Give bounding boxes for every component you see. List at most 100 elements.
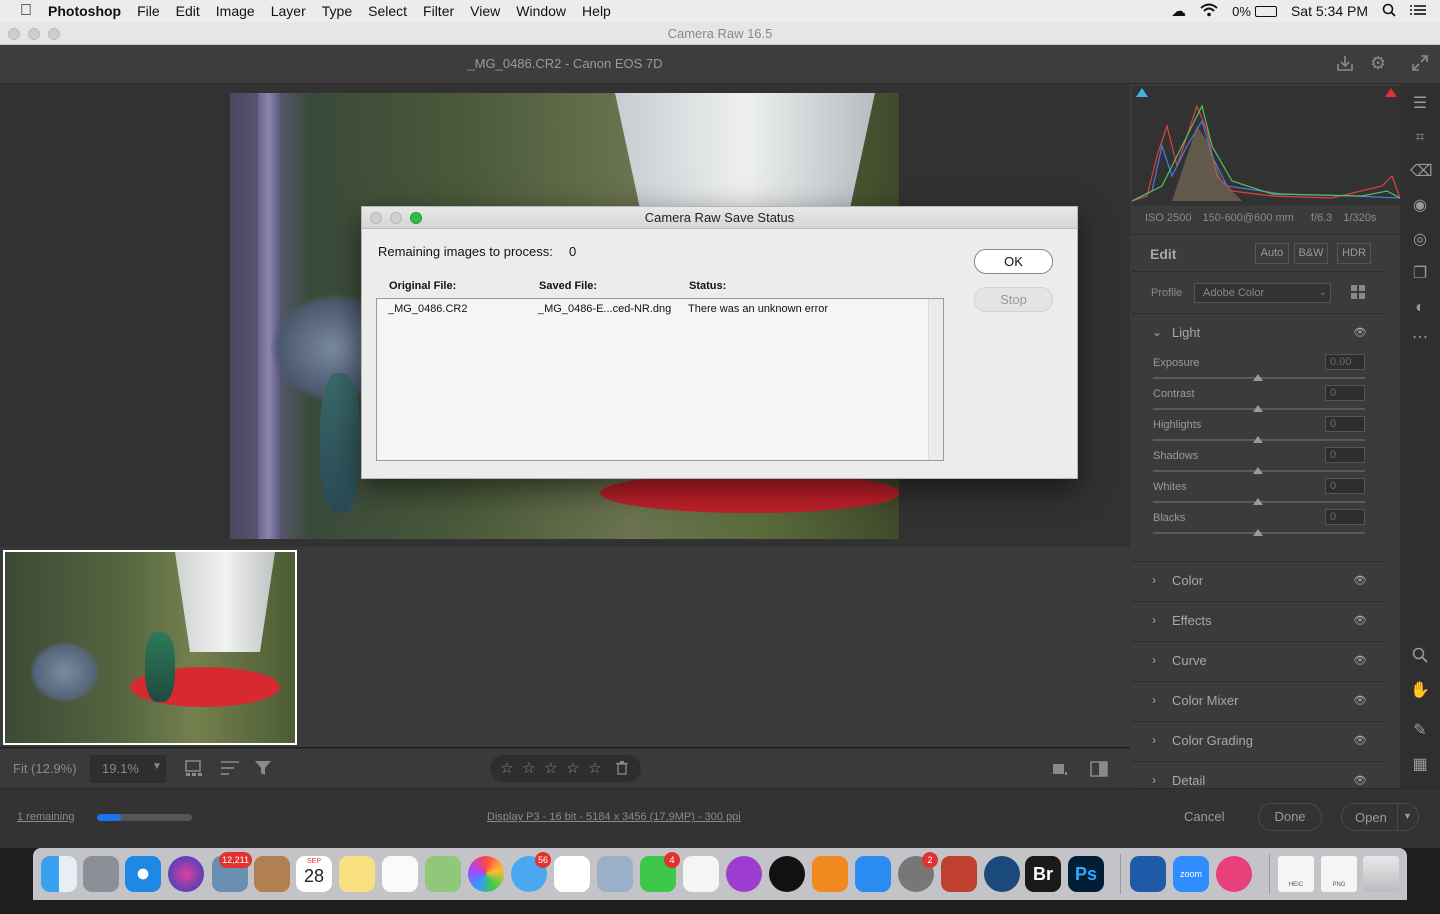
menu-filter[interactable]: Filter (415, 0, 462, 22)
menu-select[interactable]: Select (360, 0, 415, 22)
slider-thumb[interactable] (1253, 529, 1263, 536)
photo-booth-icon[interactable] (941, 856, 977, 892)
menu-image[interactable]: Image (208, 0, 263, 22)
star-3-icon[interactable]: ☆ (544, 759, 557, 777)
zoom-tool-icon[interactable] (1410, 647, 1430, 667)
preview-icon[interactable] (597, 856, 633, 892)
spotlight-search-icon[interactable] (1382, 3, 1396, 20)
png-file-icon[interactable]: PNG (1321, 856, 1357, 892)
whites-value[interactable]: 0 (1325, 478, 1365, 494)
sort-icon[interactable] (220, 759, 240, 777)
trash-icon[interactable] (616, 761, 628, 775)
apple-icon[interactable]:  (0, 0, 40, 22)
eye-icon[interactable]: 👁 (1353, 574, 1367, 587)
highlight-clipping-icon[interactable] (1385, 88, 1397, 97)
whites-slider[interactable]: Whites 0 (1153, 478, 1365, 512)
wifi-icon[interactable] (1200, 3, 1218, 20)
menu-type[interactable]: Type (314, 0, 360, 22)
zoom-level-select[interactable]: 19.1% ▼ (90, 755, 166, 783)
system-preferences-icon[interactable]: 2 (898, 852, 938, 892)
star-5-icon[interactable]: ☆ (588, 759, 601, 777)
effects-section-header[interactable]: › Effects 👁 (1132, 601, 1385, 641)
before-after-view-icon[interactable] (1090, 760, 1108, 778)
quicktime-icon[interactable] (984, 856, 1020, 892)
profile-select[interactable]: Adobe Color ⌄ (1194, 283, 1331, 303)
presets-icon[interactable]: ◐ (1410, 298, 1430, 318)
hand-tool-icon[interactable]: ✋ (1410, 681, 1430, 701)
menu-edit[interactable]: Edit (168, 0, 208, 22)
preview-photos-icon[interactable]: 12,211 (212, 852, 252, 892)
stop-button[interactable]: Stop (974, 287, 1053, 312)
contrast-value[interactable]: 0 (1325, 385, 1365, 401)
exposure-value[interactable]: 0.00 (1325, 354, 1365, 370)
zoom-app-icon[interactable]: zoom (1173, 856, 1209, 892)
crop-icon[interactable]: ⌗ (1410, 128, 1430, 148)
contrast-slider[interactable]: Contrast 0 (1153, 385, 1365, 419)
zoom-window-button[interactable] (48, 28, 60, 40)
books-icon[interactable] (812, 856, 848, 892)
menu-help[interactable]: Help (574, 0, 619, 22)
filmstrip-thumbnail[interactable] (3, 550, 297, 745)
save-image-icon[interactable] (1336, 54, 1354, 72)
filter-icon[interactable] (254, 759, 272, 777)
slider-thumb[interactable] (1253, 405, 1263, 412)
menu-layer[interactable]: Layer (263, 0, 314, 22)
ok-button[interactable]: OK (974, 249, 1053, 274)
siri-icon[interactable] (168, 856, 204, 892)
table-scrollbar[interactable] (928, 299, 943, 460)
menu-photoshop[interactable]: Photoshop (40, 0, 129, 22)
star-1-icon[interactable]: ☆ (500, 759, 513, 777)
table-row[interactable]: _MG_0486.CR2 _MG_0486-E...ced-NR.dng The… (377, 299, 928, 319)
bridge-icon[interactable]: Br (1025, 856, 1061, 892)
fit-zoom-option[interactable]: Fit (12.9%) (13, 761, 77, 776)
curve-section-header[interactable]: › Curve 👁 (1132, 641, 1385, 681)
dialog-minimize-button[interactable] (390, 212, 402, 224)
slider-thumb[interactable] (1253, 498, 1263, 505)
shadows-slider[interactable]: Shadows 0 (1153, 447, 1365, 481)
profile-browser-icon[interactable] (1350, 284, 1366, 300)
dialog-zoom-button[interactable] (410, 212, 422, 224)
mask-icon[interactable]: ◉ (1410, 196, 1430, 216)
workflow-options-link[interactable]: Display P3 - 16 bit - 5184 x 3456 (17.9M… (487, 811, 741, 823)
finder-icon[interactable] (41, 856, 77, 892)
gear-icon[interactable]: ⚙ (1370, 53, 1386, 74)
blacks-slider[interactable]: Blacks 0 (1153, 509, 1365, 543)
safari-icon[interactable] (125, 856, 161, 892)
grid-icon[interactable]: ▦ (1410, 755, 1430, 775)
eye-icon[interactable]: 👁 (1353, 694, 1367, 707)
color-mixer-section-header[interactable]: › Color Mixer 👁 (1132, 681, 1385, 721)
news-icon[interactable] (554, 856, 590, 892)
light-section-header[interactable]: ⌄ Light 👁 (1132, 313, 1385, 353)
star-4-icon[interactable]: ☆ (566, 759, 579, 777)
star-2-icon[interactable]: ☆ (522, 759, 535, 777)
single-view-icon[interactable] (1052, 761, 1068, 777)
eye-icon[interactable]: 👁 (1353, 614, 1367, 627)
creative-cloud-app-icon[interactable] (1216, 856, 1252, 892)
exposure-slider[interactable]: Exposure 0.00 (1153, 354, 1365, 388)
detail-section-header[interactable]: › Detail 👁 (1132, 761, 1385, 788)
sampler-tool-icon[interactable]: ✎ (1410, 721, 1430, 741)
eye-icon[interactable]: 👁 (1353, 774, 1367, 787)
filmstrip-view-icon[interactable] (185, 759, 205, 777)
menu-file[interactable]: File (129, 0, 168, 22)
minimize-window-button[interactable] (28, 28, 40, 40)
launchpad-icon[interactable] (83, 856, 119, 892)
apple-tv-icon[interactable] (769, 856, 805, 892)
bw-button[interactable]: B&W (1294, 243, 1328, 264)
eye-icon[interactable]: 👁 (1353, 734, 1367, 747)
close-window-button[interactable] (8, 28, 20, 40)
auto-button[interactable]: Auto (1255, 243, 1289, 264)
reminders-icon[interactable] (382, 856, 418, 892)
remaining-link[interactable]: 1 remaining (17, 811, 74, 823)
menu-view[interactable]: View (462, 0, 508, 22)
status-table[interactable]: _MG_0486.CR2 _MG_0486-E...ced-NR.dng The… (376, 298, 944, 461)
open-button[interactable]: Open (1355, 810, 1387, 825)
hdr-button[interactable]: HDR (1337, 243, 1371, 264)
cancel-button[interactable]: Cancel (1184, 809, 1224, 824)
menu-window[interactable]: Window (508, 0, 574, 22)
messages-icon[interactable]: 56 (511, 852, 551, 892)
calendar-icon[interactable]: SEP 28 (296, 856, 332, 892)
maps-icon[interactable] (425, 856, 461, 892)
eye-icon[interactable]: 👁 (1353, 326, 1367, 339)
color-section-header[interactable]: › Color 👁 (1132, 561, 1385, 601)
